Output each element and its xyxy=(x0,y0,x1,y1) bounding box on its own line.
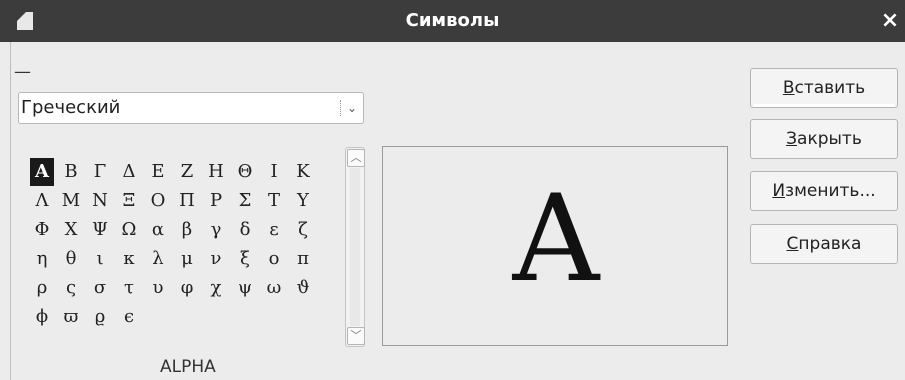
symbol-cell[interactable]: ξ xyxy=(233,245,257,273)
symbol-cell[interactable]: ϱ xyxy=(88,303,112,331)
window-border xyxy=(10,42,11,380)
symbol-cell[interactable]: Η xyxy=(204,158,228,186)
symbol-cell[interactable]: ε xyxy=(262,216,286,244)
symbol-cell[interactable]: Γ xyxy=(88,158,112,186)
symbol-name: ALPHA xyxy=(160,357,216,377)
symbol-cell[interactable]: Π xyxy=(175,187,199,215)
symbol-cell[interactable]: β xyxy=(175,216,199,244)
scroll-up-icon[interactable]: ︿ xyxy=(347,149,365,167)
symbol-cell[interactable]: θ xyxy=(59,245,83,273)
symbol-cell[interactable]: Χ xyxy=(59,216,83,244)
insert-button[interactable]: Вставить xyxy=(750,68,898,108)
symbol-cell[interactable]: ϵ xyxy=(117,303,141,331)
symbol-cell[interactable]: Ξ xyxy=(117,187,141,215)
symbol-cell[interactable]: Ν xyxy=(88,187,112,215)
symbol-cell[interactable]: Φ xyxy=(30,216,54,244)
default-button-indicator xyxy=(754,104,894,107)
chevron-down-icon[interactable]: ⌄ xyxy=(340,100,357,116)
symbol-cell[interactable]: Ι xyxy=(262,158,286,186)
modify-label: зменить... xyxy=(785,181,876,201)
symbol-cell[interactable]: Λ xyxy=(30,187,54,215)
symbol-cell[interactable]: υ xyxy=(146,274,170,302)
symbol-cell[interactable]: Ε xyxy=(146,158,170,186)
symbol-cell[interactable]: ψ xyxy=(233,274,257,302)
help-label: правка xyxy=(798,234,862,254)
symbol-cell[interactable]: ς xyxy=(59,274,83,302)
symbol-cell[interactable]: Σ xyxy=(233,187,257,215)
symbol-cell[interactable]: Α xyxy=(30,158,54,186)
help-button[interactable]: Справка xyxy=(750,224,898,264)
symbol-cell[interactable]: Ζ xyxy=(175,158,199,186)
symbol-cell[interactable]: δ xyxy=(233,216,257,244)
symbol-cell[interactable]: ρ xyxy=(30,274,54,302)
symbol-cell[interactable]: χ xyxy=(204,274,228,302)
symbol-cell[interactable]: Μ xyxy=(59,187,83,215)
subset-label: — xyxy=(14,62,31,82)
symbol-cell[interactable]: λ xyxy=(146,245,170,273)
symbol-preview: Α xyxy=(382,146,728,346)
symbol-cell[interactable]: γ xyxy=(204,216,228,244)
symbol-cell[interactable]: ω xyxy=(262,274,286,302)
symbol-cell[interactable]: ο xyxy=(262,245,286,273)
symbol-cell[interactable]: ϕ xyxy=(30,303,54,331)
symbol-cell[interactable]: α xyxy=(146,216,170,244)
symbol-cell[interactable]: Θ xyxy=(233,158,257,186)
symbol-cell[interactable]: ϑ xyxy=(291,274,315,302)
symbol-cell[interactable]: κ xyxy=(117,245,141,273)
symbol-cell[interactable]: π xyxy=(291,245,315,273)
preview-glyph: Α xyxy=(512,170,600,309)
subset-selected-value: Греческий xyxy=(21,97,121,118)
symbol-cell[interactable]: Ρ xyxy=(204,187,228,215)
symbol-cell[interactable]: τ xyxy=(117,274,141,302)
symbol-cell[interactable]: Δ xyxy=(117,158,141,186)
symbol-cell[interactable]: Ω xyxy=(117,216,141,244)
symbol-cell[interactable]: Β xyxy=(59,158,83,186)
symbol-cell[interactable]: Ψ xyxy=(88,216,112,244)
symbol-cell[interactable]: Τ xyxy=(262,187,286,215)
symbol-cell[interactable]: ϖ xyxy=(59,303,83,331)
symbol-cell[interactable]: Κ xyxy=(291,158,315,186)
symbol-cell[interactable]: Ο xyxy=(146,187,170,215)
window-title: Символы xyxy=(405,10,500,31)
insert-label: ставить xyxy=(794,78,866,98)
close-accel: З xyxy=(786,129,798,149)
scroll-down-icon[interactable]: ﹀ xyxy=(347,327,365,345)
title-bar: Символы × xyxy=(0,0,905,42)
close-icon[interactable]: × xyxy=(877,0,903,42)
symbol-cell[interactable]: φ xyxy=(175,274,199,302)
close-label: акрыть xyxy=(797,129,862,149)
help-accel: С xyxy=(786,234,799,254)
symbol-grid-scrollbar[interactable]: ︿ ﹀ xyxy=(345,147,365,347)
scrollbar-track[interactable] xyxy=(350,168,360,326)
symbol-cell[interactable]: σ xyxy=(88,274,112,302)
modify-accel: И xyxy=(772,181,786,201)
close-button[interactable]: Закрыть xyxy=(750,119,898,159)
subset-dropdown[interactable]: Греческий ⌄ xyxy=(18,92,364,124)
insert-accel: В xyxy=(782,78,795,98)
symbol-cell[interactable]: ζ xyxy=(291,216,315,244)
symbol-cell[interactable]: ν xyxy=(204,245,228,273)
symbol-cell[interactable]: η xyxy=(30,245,54,273)
symbol-cell[interactable]: Υ xyxy=(291,187,315,215)
symbol-cell[interactable]: ι xyxy=(88,245,112,273)
symbol-cell[interactable]: μ xyxy=(175,245,199,273)
modify-button[interactable]: Изменить... xyxy=(750,171,898,211)
